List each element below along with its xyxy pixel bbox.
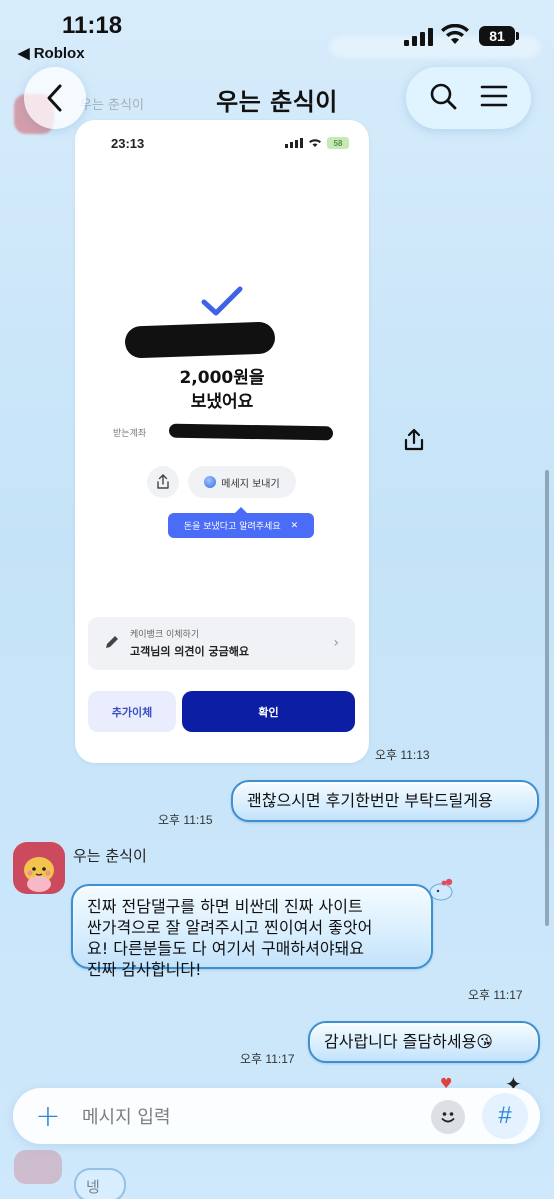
status-time: 11:18 [62,12,123,39]
chevron-right-icon: › [333,635,339,651]
pencil-icon [106,636,118,648]
blue-orb-icon [204,476,217,488]
checkmark-icon [201,286,243,316]
search-icon [430,83,457,110]
message-timestamp: 오후 11:15 [158,813,213,827]
emoji-button[interactable] [431,1100,465,1134]
screenshot-extra-transfer-button: 추가이체 [88,691,176,732]
sender-name: 우는 춘식이 [73,847,147,865]
battery-tip [516,32,519,40]
hamburger-menu-icon [480,85,508,107]
screenshot-battery-icon: 58 [327,137,349,149]
menu-button[interactable] [479,83,509,113]
message-line: 싼가격으로 잘 알려주시고 찐이여서 좋앗어 [87,918,373,937]
smiley-icon [441,1112,455,1123]
feedback-caption: 케이뱅크 이체하기 [130,630,200,640]
shared-transfer-screenshot[interactable]: 23:13 58 2,000원을 보냈어요 받는계좌 메세지 보내기 돈을 보냈… [75,120,369,763]
share-icon [404,428,424,451]
screenshot-signal-icon [285,138,303,148]
redaction-scribble-stroke [135,332,275,352]
status-bar: 11:18 ◀ Roblox 81 [0,0,554,62]
character-avatar-icon [24,857,54,892]
search-button[interactable] [428,81,458,115]
wifi-icon [441,24,469,44]
battery-icon: 81 [479,26,515,46]
screenshot-status-icons: 58 [285,137,349,149]
avatar[interactable] [13,842,65,894]
screenshot-tooltip: 돈을 보냈다고 알려주세요 ✕ [168,513,314,538]
message-line: 진짜 전담댈구를 하면 비싼데 진짜 사이트 [87,897,363,916]
share-icon [157,474,169,489]
amount-line-1: 2,000원을 [179,368,265,388]
cellular-signal-icon [404,28,433,46]
scrollbar[interactable] [545,470,549,926]
message-line: 요! 다른분들도 다 여기서 구매하셔야돼요 [87,939,364,958]
attach-plus-button[interactable]: + [20,1093,76,1139]
screenshot-time: 23:13 [111,136,145,151]
share-image-button[interactable] [394,420,434,460]
message-input[interactable]: 메시지 입력 [82,1103,171,1129]
message-timestamp: 오후 11:13 [375,748,430,762]
screenshot-share-button [147,466,179,498]
redaction-scribble-account [168,423,334,441]
send-message-label: 메세지 보내기 [221,478,280,490]
outgoing-message-bubble[interactable]: 감사랍니다 즐담하세용😘 [308,1021,540,1063]
message-timestamp: 오후 11:17 [468,988,523,1002]
screenshot-send-message-button: 메세지 보내기 [188,466,296,498]
close-icon: ✕ [290,520,299,531]
screenshot-confirm-button: 확인 [182,691,355,732]
hashtag-button[interactable]: # [482,1093,528,1139]
header-actions [406,67,531,129]
outgoing-message-bubble[interactable]: 괜찮으시면 후기한번만 부탁드릴게용 [231,780,539,822]
tooltip-text: 돈을 보냈다고 알려주세요 [183,522,281,532]
back-to-app-link[interactable]: ◀ Roblox [18,44,85,62]
feedback-title: 고객님의 의견이 궁금해요 [130,645,249,658]
receiver-account-label: 받는계좌 [113,429,147,439]
message-timestamp: 오후 11:17 [240,1052,295,1066]
screenshot-wifi-icon [309,139,321,147]
screenshot-feedback-card: 케이뱅크 이체하기 고객님의 의견이 궁금해요 › [88,617,355,670]
message-line: 진짜 감사합니다! [87,960,202,979]
faded-message-bubble: 넹 [74,1168,126,1199]
amount-line-2: 보냈어요 [190,392,254,412]
faded-avatar [14,1150,62,1184]
incoming-message-bubble[interactable]: 진짜 전담댈구를 하면 비싼데 진짜 사이트 싼가격으로 잘 알려주시고 찐이여… [71,884,433,979]
transfer-amount: 2,000원을 보냈어요 [75,366,369,414]
